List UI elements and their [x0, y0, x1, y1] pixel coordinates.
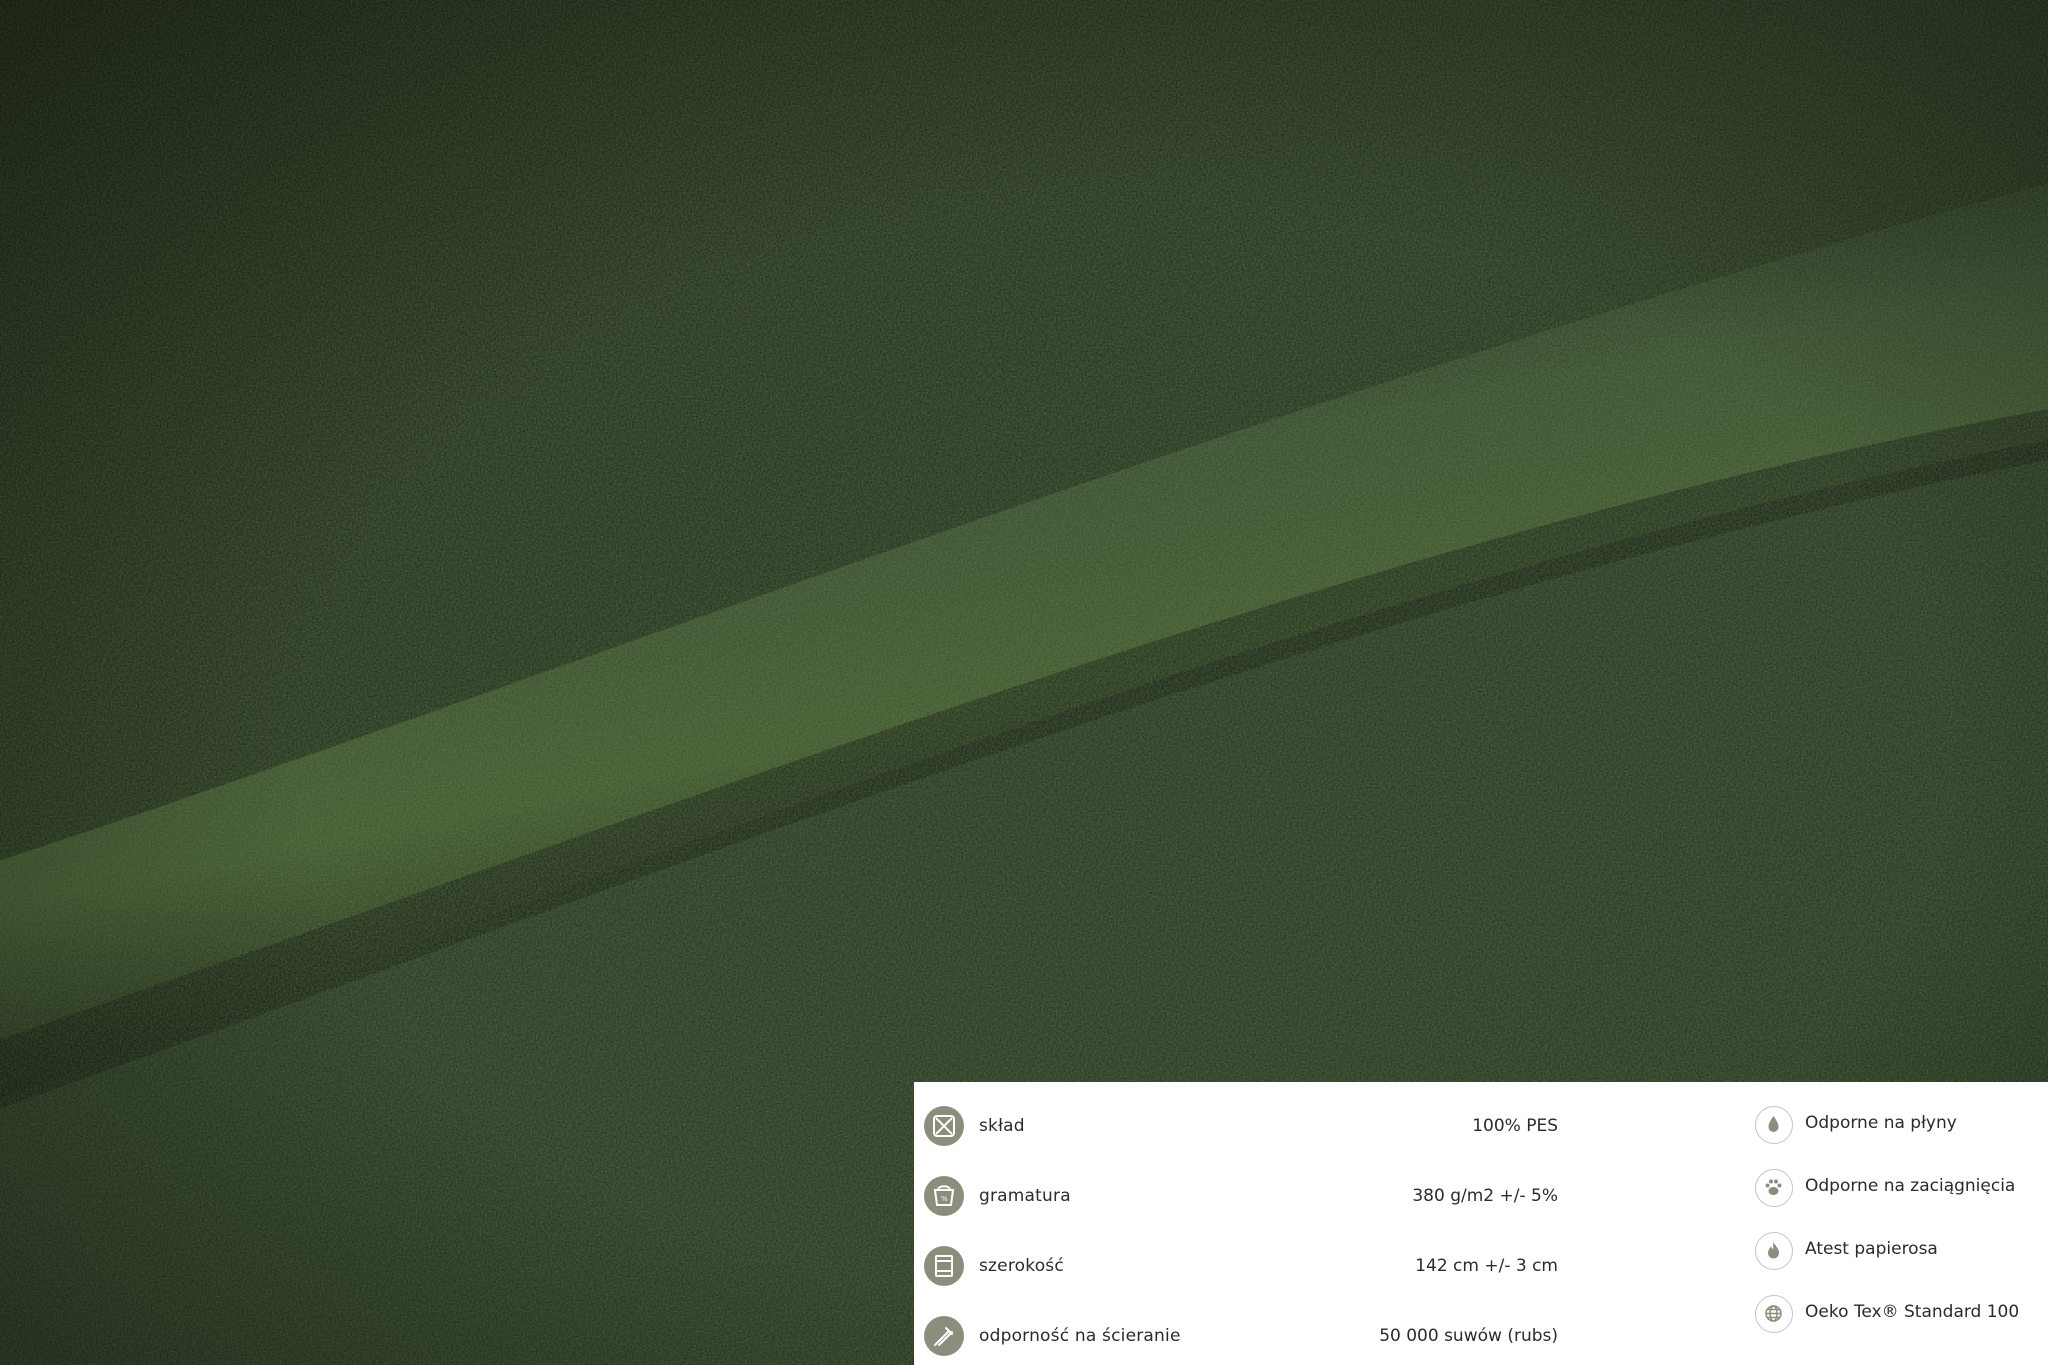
spec-value: 380 g/m2 +/- 5%	[1412, 1186, 1558, 1206]
globe-icon	[1755, 1295, 1793, 1333]
spec-label: szerokość	[979, 1256, 1064, 1276]
feature-label: Oeko Tex® Standard 100	[1805, 1302, 2020, 1322]
specification-panel: skład 100% PES % gramatura 380 g/m2 +/- …	[914, 1082, 2048, 1365]
abrasion-icon	[924, 1316, 964, 1356]
feature-cigarette-test: Atest papierosa	[1755, 1230, 2045, 1274]
spec-value: 50 000 suwów (rubs)	[1379, 1326, 1558, 1346]
spec-row-composition: skład 100% PES	[924, 1102, 1558, 1152]
svg-text:%: %	[941, 1195, 948, 1203]
feature-label: Atest papierosa	[1805, 1239, 1938, 1259]
feature-label: Odporne na płyny	[1805, 1113, 1957, 1133]
spec-row-weight: % gramatura 380 g/m2 +/- 5%	[924, 1172, 1558, 1222]
feature-oeko-tex: Oeko Tex® Standard 100	[1755, 1293, 2045, 1337]
droplet-icon	[1755, 1106, 1793, 1144]
spec-row-abrasion: odporność na ścieranie 50 000 suwów (rub…	[924, 1312, 1558, 1362]
feature-label: Odporne na zaciągnięcia	[1805, 1176, 2016, 1196]
spec-label: odporność na ścieranie	[979, 1326, 1181, 1346]
paw-icon	[1755, 1169, 1793, 1207]
feature-liquid-resistant: Odporne na płyny	[1755, 1104, 2045, 1148]
composition-icon	[924, 1106, 964, 1146]
spec-value: 142 cm +/- 3 cm	[1415, 1256, 1558, 1276]
weight-scale-icon: %	[924, 1176, 964, 1216]
feature-snag-resistant: Odporne na zaciągnięcia	[1755, 1167, 2045, 1211]
width-roll-icon	[924, 1246, 964, 1286]
spec-label: skład	[979, 1116, 1025, 1136]
flame-icon	[1755, 1232, 1793, 1270]
spec-row-width: szerokość 142 cm +/- 3 cm	[924, 1242, 1558, 1292]
spec-label: gramatura	[979, 1186, 1071, 1206]
spec-value: 100% PES	[1472, 1116, 1558, 1136]
